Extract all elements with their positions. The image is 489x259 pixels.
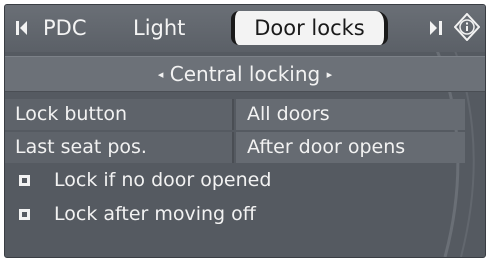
scroll-left-icon[interactable] bbox=[16, 18, 28, 38]
submenu-right-arrow-icon: ▸ bbox=[326, 68, 333, 81]
tab-bar: PDC Light Door locks bbox=[5, 5, 485, 52]
option-label: Lock if no door opened bbox=[54, 169, 272, 191]
setting-label: Lock button bbox=[5, 99, 234, 130]
option-label: Lock after moving off bbox=[54, 203, 256, 225]
checkbox[interactable] bbox=[19, 209, 30, 220]
submenu-left-arrow-icon: ◂ bbox=[157, 68, 164, 81]
submenu-title: Central locking bbox=[169, 62, 321, 86]
scroll-right-icon[interactable] bbox=[430, 18, 442, 38]
setting-value[interactable]: After door opens bbox=[236, 132, 465, 163]
checkbox[interactable] bbox=[19, 175, 30, 186]
setting-row-lock-button[interactable]: Lock button All doors bbox=[5, 99, 465, 130]
central-locking-header[interactable]: ◂ Central locking ▸ bbox=[5, 56, 485, 92]
setting-value[interactable]: All doors bbox=[236, 99, 465, 130]
tab-pdc[interactable]: PDC bbox=[43, 5, 87, 52]
info-icon[interactable] bbox=[454, 13, 480, 41]
tab-light[interactable]: Light bbox=[133, 5, 185, 52]
setting-label: Last seat pos. bbox=[5, 132, 234, 163]
setting-row-last-seat-pos[interactable]: Last seat pos. After door opens bbox=[5, 132, 465, 163]
idrive-screen: PDC Light Door locks ◂ Central locking ▸… bbox=[4, 4, 486, 258]
tab-door-locks[interactable]: Door locks bbox=[231, 11, 388, 45]
